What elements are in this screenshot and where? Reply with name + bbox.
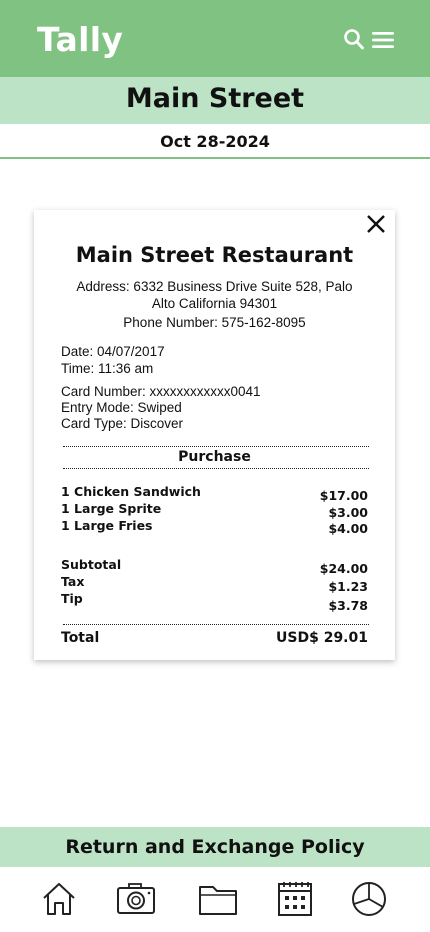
- tip-label: Tip: [61, 591, 83, 606]
- close-icon[interactable]: [364, 212, 388, 236]
- receipt-date: Oct 28-2024: [160, 132, 270, 151]
- divider: [63, 624, 369, 625]
- store-header: Main Street: [0, 77, 430, 124]
- hamburger-menu-icon[interactable]: [371, 30, 395, 50]
- search-icon[interactable]: [343, 28, 365, 50]
- divider: [63, 468, 369, 469]
- subtotal-value: $24.00: [319, 561, 368, 576]
- address-line-2: Alto California 94301: [151, 296, 278, 311]
- total-label: Total: [61, 630, 100, 646]
- app-title: Tally: [37, 20, 124, 59]
- transaction-time: Time: 11:36 am: [61, 361, 154, 376]
- restaurant-name: Main Street Restaurant: [75, 243, 354, 267]
- line-item-price: $3.00: [328, 505, 368, 520]
- line-item-price: $4.00: [328, 521, 368, 536]
- purchase-label: Purchase: [178, 449, 251, 465]
- address-line-1: Address: 6332 Business Drive Suite 528, …: [76, 279, 353, 294]
- card-number: Card Number: xxxxxxxxxxxx0041: [61, 384, 261, 399]
- phone-number: Phone Number: 575-162-8095: [123, 315, 306, 330]
- return-policy-button[interactable]: Return and Exchange Policy: [0, 827, 430, 867]
- line-item-name: 1 Chicken Sandwich: [61, 484, 201, 499]
- divider: [63, 446, 369, 447]
- line-item-name: 1 Large Fries: [61, 518, 153, 533]
- pie-chart-icon[interactable]: [349, 881, 389, 917]
- top-app-bar: Tally: [0, 0, 430, 77]
- line-item-name: 1 Large Sprite: [61, 501, 162, 516]
- bottom-navigation: [0, 867, 430, 932]
- transaction-date: Date: 04/07/2017: [61, 344, 165, 359]
- store-name: Main Street: [125, 83, 305, 114]
- date-row: Oct 28-2024: [0, 124, 430, 159]
- tax-value: $1.23: [328, 579, 368, 594]
- subtotal-label: Subtotal: [61, 557, 122, 572]
- entry-mode: Entry Mode: Swiped: [61, 400, 182, 415]
- camera-icon[interactable]: [116, 881, 156, 917]
- calendar-icon[interactable]: [275, 881, 315, 917]
- home-icon[interactable]: [39, 881, 79, 917]
- return-policy-label: Return and Exchange Policy: [65, 836, 365, 858]
- line-item-price: $17.00: [319, 488, 368, 503]
- total-value: USD$ 29.01: [276, 630, 368, 646]
- folder-icon[interactable]: [198, 881, 238, 917]
- card-type: Card Type: Discover: [61, 416, 184, 431]
- tax-label: Tax: [61, 574, 85, 589]
- receipt-card: Main Street Restaurant Address: 6332 Bus…: [34, 210, 395, 660]
- tip-value: $3.78: [328, 598, 368, 613]
